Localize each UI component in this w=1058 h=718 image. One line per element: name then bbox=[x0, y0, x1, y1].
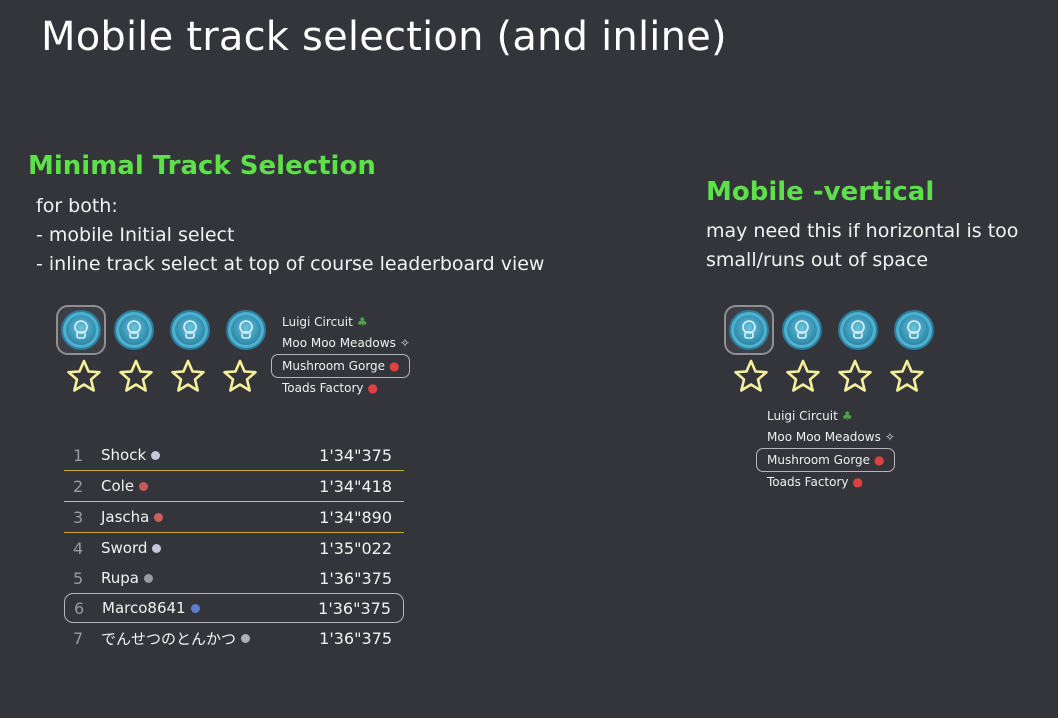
lap-time: 1'34"375 bbox=[319, 445, 392, 465]
rank: 2 bbox=[73, 476, 84, 496]
lap-time: 1'36"375 bbox=[319, 568, 392, 588]
cow-icon: ✧ bbox=[399, 336, 410, 350]
rank: 6 bbox=[74, 598, 85, 618]
page-title: Mobile track selection (and inline) bbox=[41, 14, 727, 60]
flag-icon bbox=[190, 603, 200, 613]
track-label: Luigi Circuit bbox=[767, 409, 838, 423]
player-name: Jascha bbox=[101, 508, 150, 526]
desc-line: - inline track select at top of course l… bbox=[36, 253, 545, 275]
desc-line: for both: bbox=[36, 195, 118, 217]
track-item[interactable]: Toads Factory ● bbox=[767, 472, 895, 493]
track-label: Mushroom Gorge bbox=[767, 452, 871, 467]
track-item[interactable]: Moo Moo Meadows ✧ bbox=[767, 427, 895, 448]
vertical-section-heading: Mobile -vertical bbox=[706, 177, 935, 207]
leaderboard-row[interactable]: 2 Cole 1'34"418 bbox=[64, 471, 404, 502]
player-name: Cole bbox=[101, 477, 135, 495]
lap-time: 1'34"890 bbox=[319, 507, 392, 527]
track-list-horizontal: Luigi Circuit ♣ Moo Moo Meadows ✧ Mushro… bbox=[271, 312, 410, 399]
desc-line: - mobile Initial select bbox=[36, 224, 235, 246]
mushroom-cup-icon bbox=[729, 310, 769, 350]
cow-icon: ✧ bbox=[884, 430, 895, 444]
leaderboard-row[interactable]: 7 でんせつのとんかつ 1'36"375 bbox=[64, 623, 404, 653]
cup-button-selected[interactable] bbox=[56, 305, 106, 355]
lap-time: 1'36"375 bbox=[318, 598, 391, 618]
cup-button-selected[interactable] bbox=[724, 305, 774, 355]
star-icon[interactable] bbox=[785, 358, 821, 394]
leaderboard-row[interactable]: 4 Sword 1'35"022 bbox=[64, 533, 404, 563]
desc-line: small/runs out of space bbox=[706, 249, 929, 271]
flower-cup-icon[interactable] bbox=[782, 310, 822, 350]
star-cup-icon[interactable] bbox=[170, 310, 210, 350]
track-item[interactable]: Toads Factory ● bbox=[282, 378, 410, 399]
leaderboard-row[interactable]: 3 Jascha 1'34"890 bbox=[64, 502, 404, 533]
flag-icon bbox=[143, 573, 153, 583]
star-icon[interactable] bbox=[889, 358, 925, 394]
flag-icon bbox=[139, 481, 149, 491]
rank: 1 bbox=[73, 445, 84, 465]
track-label: Toads Factory bbox=[282, 381, 364, 395]
flag-icon bbox=[152, 543, 162, 553]
star-icon[interactable] bbox=[118, 358, 154, 394]
lap-time: 1'34"418 bbox=[319, 476, 392, 496]
minimal-description: for both: - mobile Initial select - inli… bbox=[36, 192, 544, 279]
flag-icon bbox=[241, 633, 251, 643]
player-name: Rupa bbox=[101, 569, 139, 587]
mushroom-cup-icon bbox=[61, 310, 101, 350]
luigi-icon: ♣ bbox=[356, 315, 368, 329]
track-item-selected[interactable]: Mushroom Gorge ● bbox=[271, 354, 410, 378]
rank: 3 bbox=[73, 507, 84, 527]
minimal-section-heading: Minimal Track Selection bbox=[28, 151, 376, 181]
track-item[interactable]: Luigi Circuit ♣ bbox=[282, 312, 410, 333]
track-label: Toads Factory bbox=[767, 475, 849, 489]
track-label: Moo Moo Meadows bbox=[767, 430, 881, 444]
flower-cup-icon[interactable] bbox=[114, 310, 154, 350]
lap-time: 1'35"022 bbox=[319, 538, 392, 558]
toad-icon: ● bbox=[367, 381, 378, 395]
lap-time: 1'36"375 bbox=[319, 628, 392, 648]
track-item[interactable]: Luigi Circuit ♣ bbox=[767, 406, 895, 427]
course-leaderboard: 1 Shock 1'34"375 2 Cole 1'34"418 3 Jasch… bbox=[64, 440, 404, 653]
star-cup-icon[interactable] bbox=[838, 310, 878, 350]
cup-selector-vertical bbox=[724, 305, 950, 355]
track-list-vertical: Luigi Circuit ♣ Moo Moo Meadows ✧ Mushro… bbox=[756, 406, 895, 493]
star-icon[interactable] bbox=[66, 358, 102, 394]
leaderboard-row[interactable]: 1 Shock 1'34"375 bbox=[64, 440, 404, 471]
track-item[interactable]: Moo Moo Meadows ✧ bbox=[282, 333, 410, 354]
cup-selector-horizontal bbox=[56, 305, 282, 355]
star-icon[interactable] bbox=[170, 358, 206, 394]
mushroom-icon: ● bbox=[874, 452, 885, 467]
star-icon[interactable] bbox=[837, 358, 873, 394]
player-name: でんせつのとんかつ bbox=[101, 629, 237, 648]
track-label: Moo Moo Meadows bbox=[282, 336, 396, 350]
star-row-horizontal bbox=[66, 358, 274, 394]
player-name: Shock bbox=[101, 446, 147, 464]
special-cup-icon[interactable] bbox=[894, 310, 934, 350]
track-item-selected[interactable]: Mushroom Gorge ● bbox=[756, 448, 895, 472]
vertical-description: may need this if horizontal is too small… bbox=[706, 217, 1018, 275]
leaderboard-row[interactable]: 5 Rupa 1'36"375 bbox=[64, 563, 404, 593]
leaderboard-row-current-user[interactable]: 6 Marco8641 1'36"375 bbox=[64, 593, 404, 623]
rank: 5 bbox=[73, 568, 84, 588]
star-icon[interactable] bbox=[222, 358, 258, 394]
toad-icon: ● bbox=[852, 475, 863, 489]
special-cup-icon[interactable] bbox=[226, 310, 266, 350]
rank: 4 bbox=[73, 538, 84, 558]
player-name: Sword bbox=[101, 539, 148, 557]
rank: 7 bbox=[73, 628, 84, 648]
flag-icon bbox=[151, 450, 161, 460]
luigi-icon: ♣ bbox=[841, 409, 853, 423]
track-label: Mushroom Gorge bbox=[282, 358, 386, 373]
star-icon[interactable] bbox=[733, 358, 769, 394]
flag-icon bbox=[154, 512, 164, 522]
player-name: Marco8641 bbox=[102, 599, 186, 617]
track-label: Luigi Circuit bbox=[282, 315, 353, 329]
mushroom-icon: ● bbox=[389, 358, 400, 373]
desc-line: may need this if horizontal is too bbox=[706, 220, 1019, 242]
star-row-vertical bbox=[733, 358, 941, 394]
